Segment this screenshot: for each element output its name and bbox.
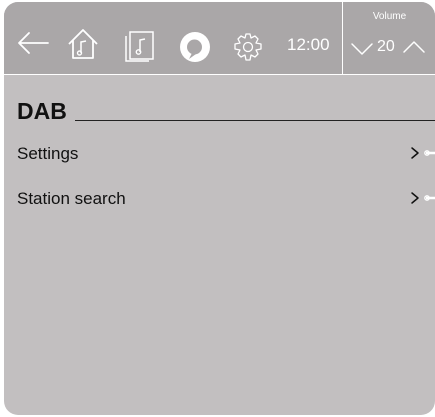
menu-item-settings[interactable]: Settings bbox=[4, 138, 435, 170]
settings-gear-icon[interactable] bbox=[233, 32, 263, 62]
assistant-icon[interactable] bbox=[179, 31, 211, 63]
music-library-icon[interactable] bbox=[124, 30, 156, 62]
menu-item-station-search[interactable]: Station search bbox=[4, 183, 435, 215]
volume-value: 20 bbox=[377, 38, 395, 55]
volume-down-icon[interactable] bbox=[350, 42, 374, 56]
chevron-right-icon bbox=[410, 191, 435, 210]
menu-item-label: Station search bbox=[17, 189, 126, 208]
home-music-icon[interactable] bbox=[66, 27, 100, 61]
volume-up-icon[interactable] bbox=[402, 40, 426, 54]
title-underline bbox=[75, 120, 435, 121]
topbar-divider bbox=[342, 2, 343, 74]
menu-item-label: Settings bbox=[17, 144, 79, 163]
device-screen: 12:00 Volume 20 DAB Settings Station sea… bbox=[4, 2, 435, 415]
page-title: DAB bbox=[17, 98, 67, 124]
volume-label: Volume bbox=[372, 11, 407, 22]
top-bar: 12:00 Volume 20 bbox=[4, 2, 435, 75]
back-arrow-icon[interactable] bbox=[16, 31, 50, 55]
clock: 12:00 bbox=[287, 35, 330, 54]
chevron-right-icon bbox=[410, 146, 435, 165]
